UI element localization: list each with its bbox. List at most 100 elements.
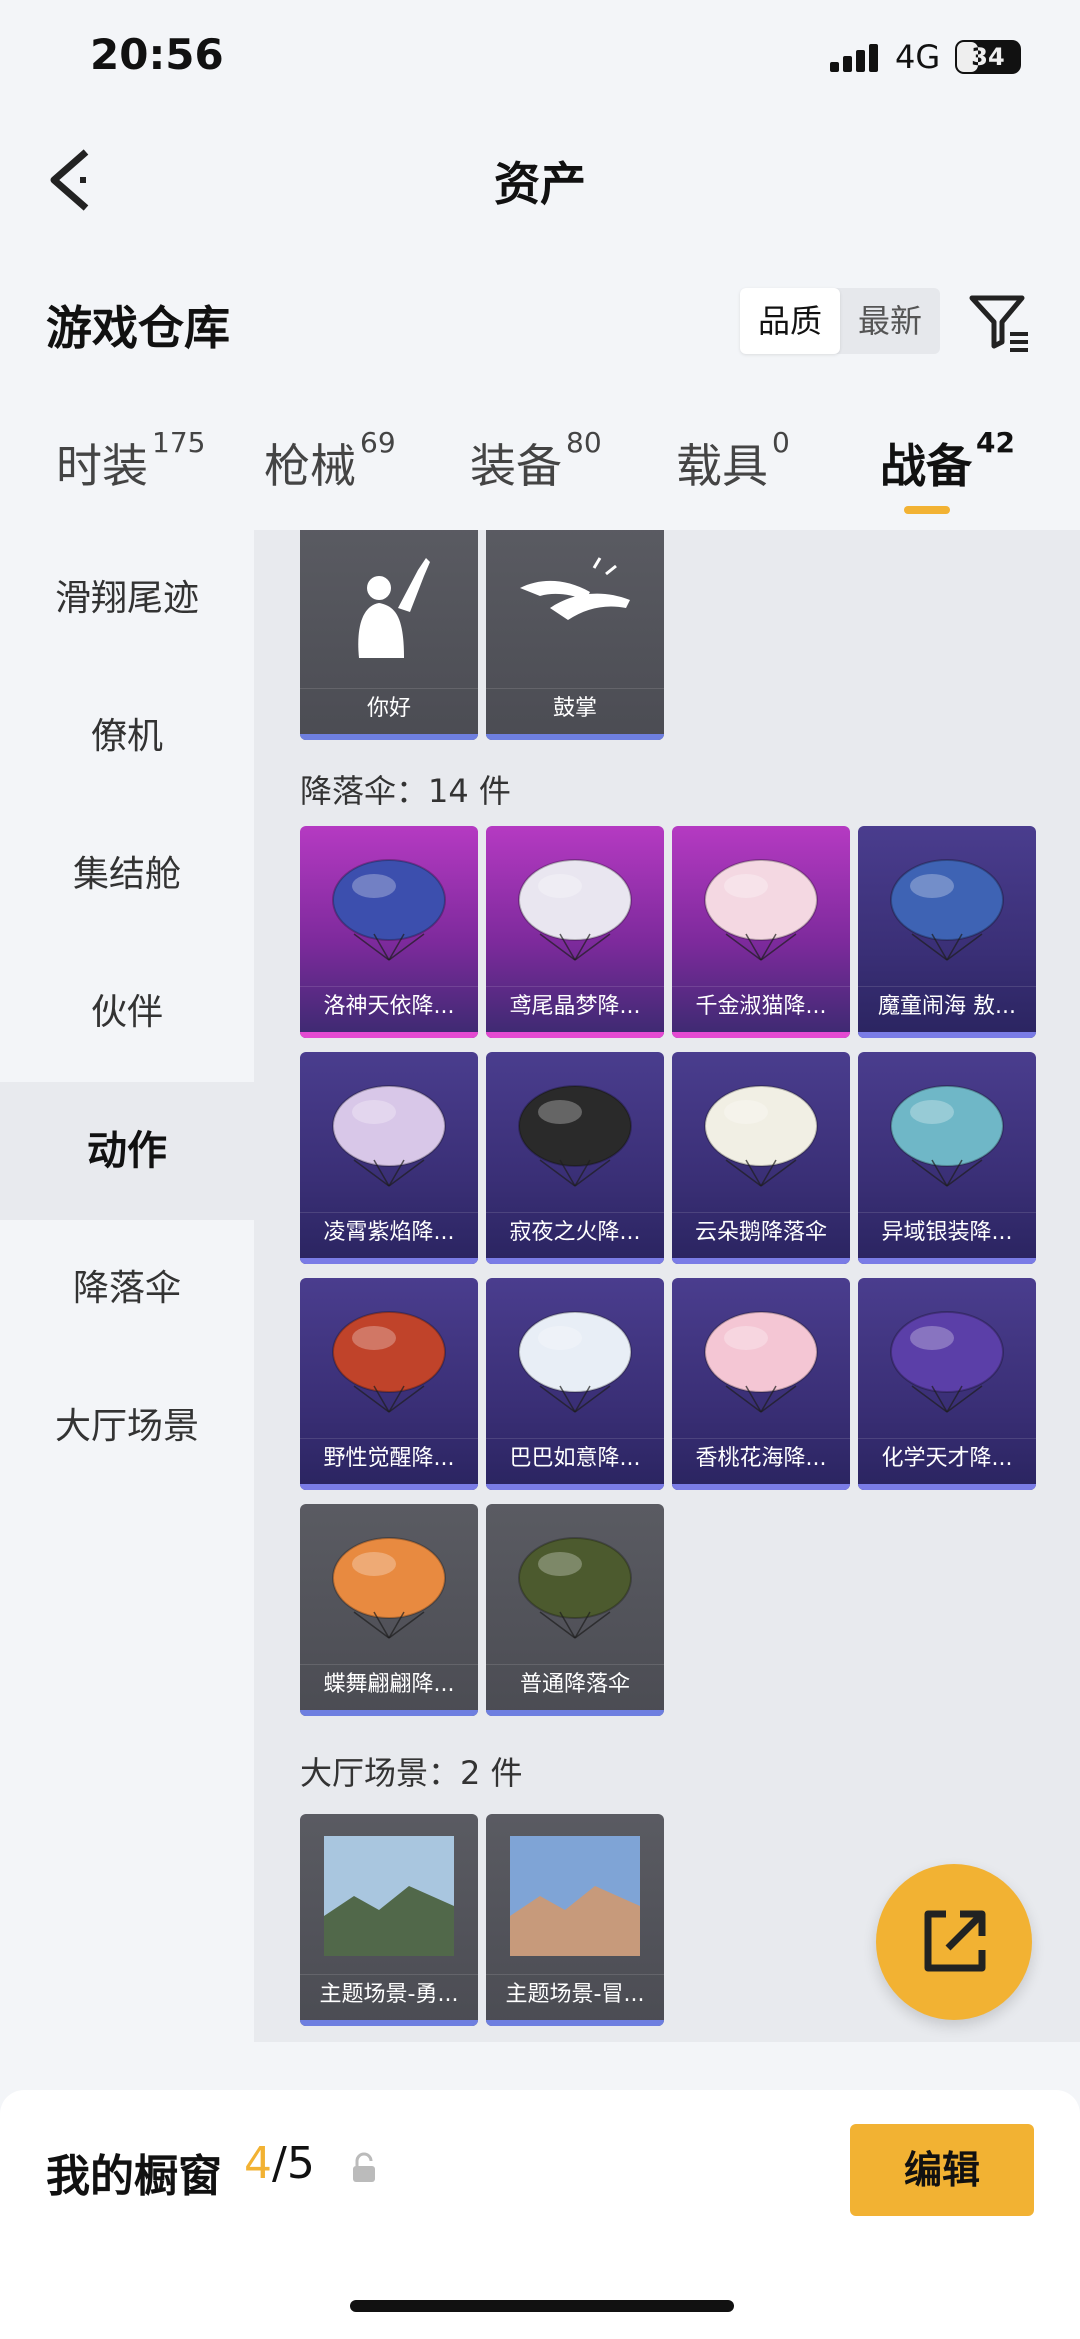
rarity-bar — [672, 1484, 850, 1490]
item-thumbnail — [332, 1085, 446, 1187]
sidebar-item-partner[interactable]: 伙伴 — [0, 944, 254, 1082]
item-grid: 你好 鼓掌 降落伞：14 件 洛神天依降... 鸢尾晶梦降... 千金淑猫降... 魔… — [254, 530, 1080, 2042]
showcase-current: 4 — [244, 2138, 272, 2189]
filter-icon — [969, 295, 1028, 352]
scene-section-header: 大厅场景：2 件 — [300, 1754, 523, 1792]
sort-option-quality[interactable]: 品质 — [740, 288, 840, 354]
tab-count: 42 — [976, 426, 1015, 459]
parachute-card[interactable]: 野性觉醒降... — [300, 1278, 478, 1490]
parachute-card[interactable]: 洛神天依降... — [300, 826, 478, 1038]
tab-label: 载具 — [676, 439, 768, 493]
card-label: 异域银装降... — [858, 1212, 1036, 1252]
signal-icon — [830, 42, 880, 72]
tab-label: 装备 — [470, 439, 562, 493]
tab-fashion[interactable]: 时装 175 — [56, 426, 205, 496]
item-thumbnail — [324, 1836, 454, 1956]
card-label: 巴巴如意降... — [486, 1438, 664, 1478]
tab-combat-gear[interactable]: 战备 42 — [880, 426, 1015, 496]
active-tab-indicator — [904, 506, 950, 514]
card-label: 主题场景-勇... — [300, 1974, 478, 2014]
item-thumbnail — [704, 1311, 818, 1413]
parachute-card[interactable]: 巴巴如意降... — [486, 1278, 664, 1490]
rarity-bar — [486, 2020, 664, 2026]
showcase-bar: 我的橱窗 4/5 编辑 — [0, 2090, 1080, 2339]
sort-option-latest[interactable]: 最新 — [840, 288, 940, 354]
rarity-bar — [672, 1032, 850, 1038]
sidebar-item-wingman[interactable]: 僚机 — [0, 668, 254, 806]
parachute-card[interactable]: 魔童闹海 敖... — [858, 826, 1036, 1038]
action-card-clap[interactable]: 鼓掌 — [486, 530, 664, 740]
tab-weapons[interactable]: 枪械 69 — [264, 426, 396, 496]
lock-icon — [353, 2152, 375, 2182]
parachute-section-header: 降落伞：14 件 — [300, 772, 511, 810]
sidebar: 滑翔尾迹 僚机 集结舱 伙伴 动作 降落伞 大厅场景 — [0, 530, 254, 2050]
scene-card[interactable]: 主题场景-冒... — [486, 1814, 664, 2026]
card-label: 云朵鹅降落伞 — [672, 1212, 850, 1252]
sidebar-item-glide-trail[interactable]: 滑翔尾迹 — [0, 530, 254, 668]
sidebar-item-assembly-pod[interactable]: 集结舱 — [0, 806, 254, 944]
card-label: 千金淑猫降... — [672, 986, 850, 1026]
rarity-bar — [486, 1032, 664, 1038]
tab-label: 时装 — [56, 439, 148, 493]
card-label: 香桃花海降... — [672, 1438, 850, 1478]
card-label: 洛神天依降... — [300, 986, 478, 1026]
parachute-card[interactable]: 蝶舞翩翩降... — [300, 1504, 478, 1716]
action-card-hello[interactable]: 你好 — [300, 530, 478, 740]
parachute-card[interactable]: 千金淑猫降... — [672, 826, 850, 1038]
scene-card[interactable]: 主题场景-勇... — [300, 1814, 478, 2026]
sidebar-item-emote[interactable]: 动作 — [0, 1082, 254, 1220]
parachute-card[interactable]: 香桃花海降... — [672, 1278, 850, 1490]
nav-bar: 资产 — [0, 120, 1080, 240]
item-thumbnail — [510, 1836, 640, 1956]
rarity-bar — [300, 1710, 478, 1716]
rarity-bar — [300, 2020, 478, 2026]
share-external-icon — [924, 1910, 986, 1972]
status-time: 20:56 — [90, 30, 224, 79]
showcase-total: /5 — [272, 2138, 315, 2189]
parachute-card[interactable]: 云朵鹅降落伞 — [672, 1052, 850, 1264]
showcase-title: 我的橱窗 — [46, 2151, 222, 2202]
home-indicator — [350, 2300, 734, 2312]
tab-count: 0 — [772, 426, 790, 459]
rarity-bar — [300, 1032, 478, 1038]
card-label: 凌霄紫焰降... — [300, 1212, 478, 1252]
item-thumbnail — [704, 859, 818, 961]
parachute-card[interactable]: 普通降落伞 — [486, 1504, 664, 1716]
parachute-card[interactable]: 凌霄紫焰降... — [300, 1052, 478, 1264]
parachute-card[interactable]: 寂夜之火降... — [486, 1052, 664, 1264]
page-title: 资产 — [494, 157, 586, 211]
filter-button[interactable] — [966, 290, 1032, 356]
parachute-card[interactable]: 异域银装降... — [858, 1052, 1036, 1264]
item-thumbnail — [890, 859, 1004, 961]
tab-count: 69 — [360, 426, 396, 459]
rarity-bar — [858, 1032, 1036, 1038]
status-bar: 20:56 4G 34 — [0, 0, 1080, 110]
parachute-card[interactable]: 鸢尾晶梦降... — [486, 826, 664, 1038]
sidebar-item-parachute[interactable]: 降落伞 — [0, 1220, 254, 1358]
tab-equipment[interactable]: 装备 80 — [470, 426, 602, 496]
parachute-card[interactable]: 化学天才降... — [858, 1278, 1036, 1490]
tab-vehicles[interactable]: 载具 0 — [676, 426, 790, 496]
card-label: 你好 — [300, 688, 478, 728]
card-label: 寂夜之火降... — [486, 1212, 664, 1252]
tab-count: 175 — [152, 426, 206, 459]
card-label: 主题场景-冒... — [486, 1974, 664, 2014]
tab-label: 枪械 — [264, 439, 356, 493]
showcase-count: 4/5 — [244, 2138, 315, 2189]
rarity-bar — [486, 734, 664, 740]
item-thumbnail — [332, 859, 446, 961]
rarity-bar — [858, 1258, 1036, 1264]
card-label: 鸢尾晶梦降... — [486, 986, 664, 1026]
sort-toggle: 品质 最新 — [740, 288, 940, 354]
share-button[interactable] — [876, 1864, 1032, 2020]
card-label: 鼓掌 — [486, 688, 664, 728]
item-thumbnail — [890, 1085, 1004, 1187]
sidebar-item-lobby-scene[interactable]: 大厅场景 — [0, 1358, 254, 1496]
item-thumbnail — [518, 1085, 632, 1187]
tab-count: 80 — [566, 426, 602, 459]
network-type: 4G — [895, 38, 941, 76]
item-thumbnail — [518, 1537, 632, 1639]
edit-button[interactable]: 编辑 — [850, 2124, 1034, 2216]
tab-label: 战备 — [880, 439, 972, 493]
item-thumbnail — [332, 1537, 446, 1639]
